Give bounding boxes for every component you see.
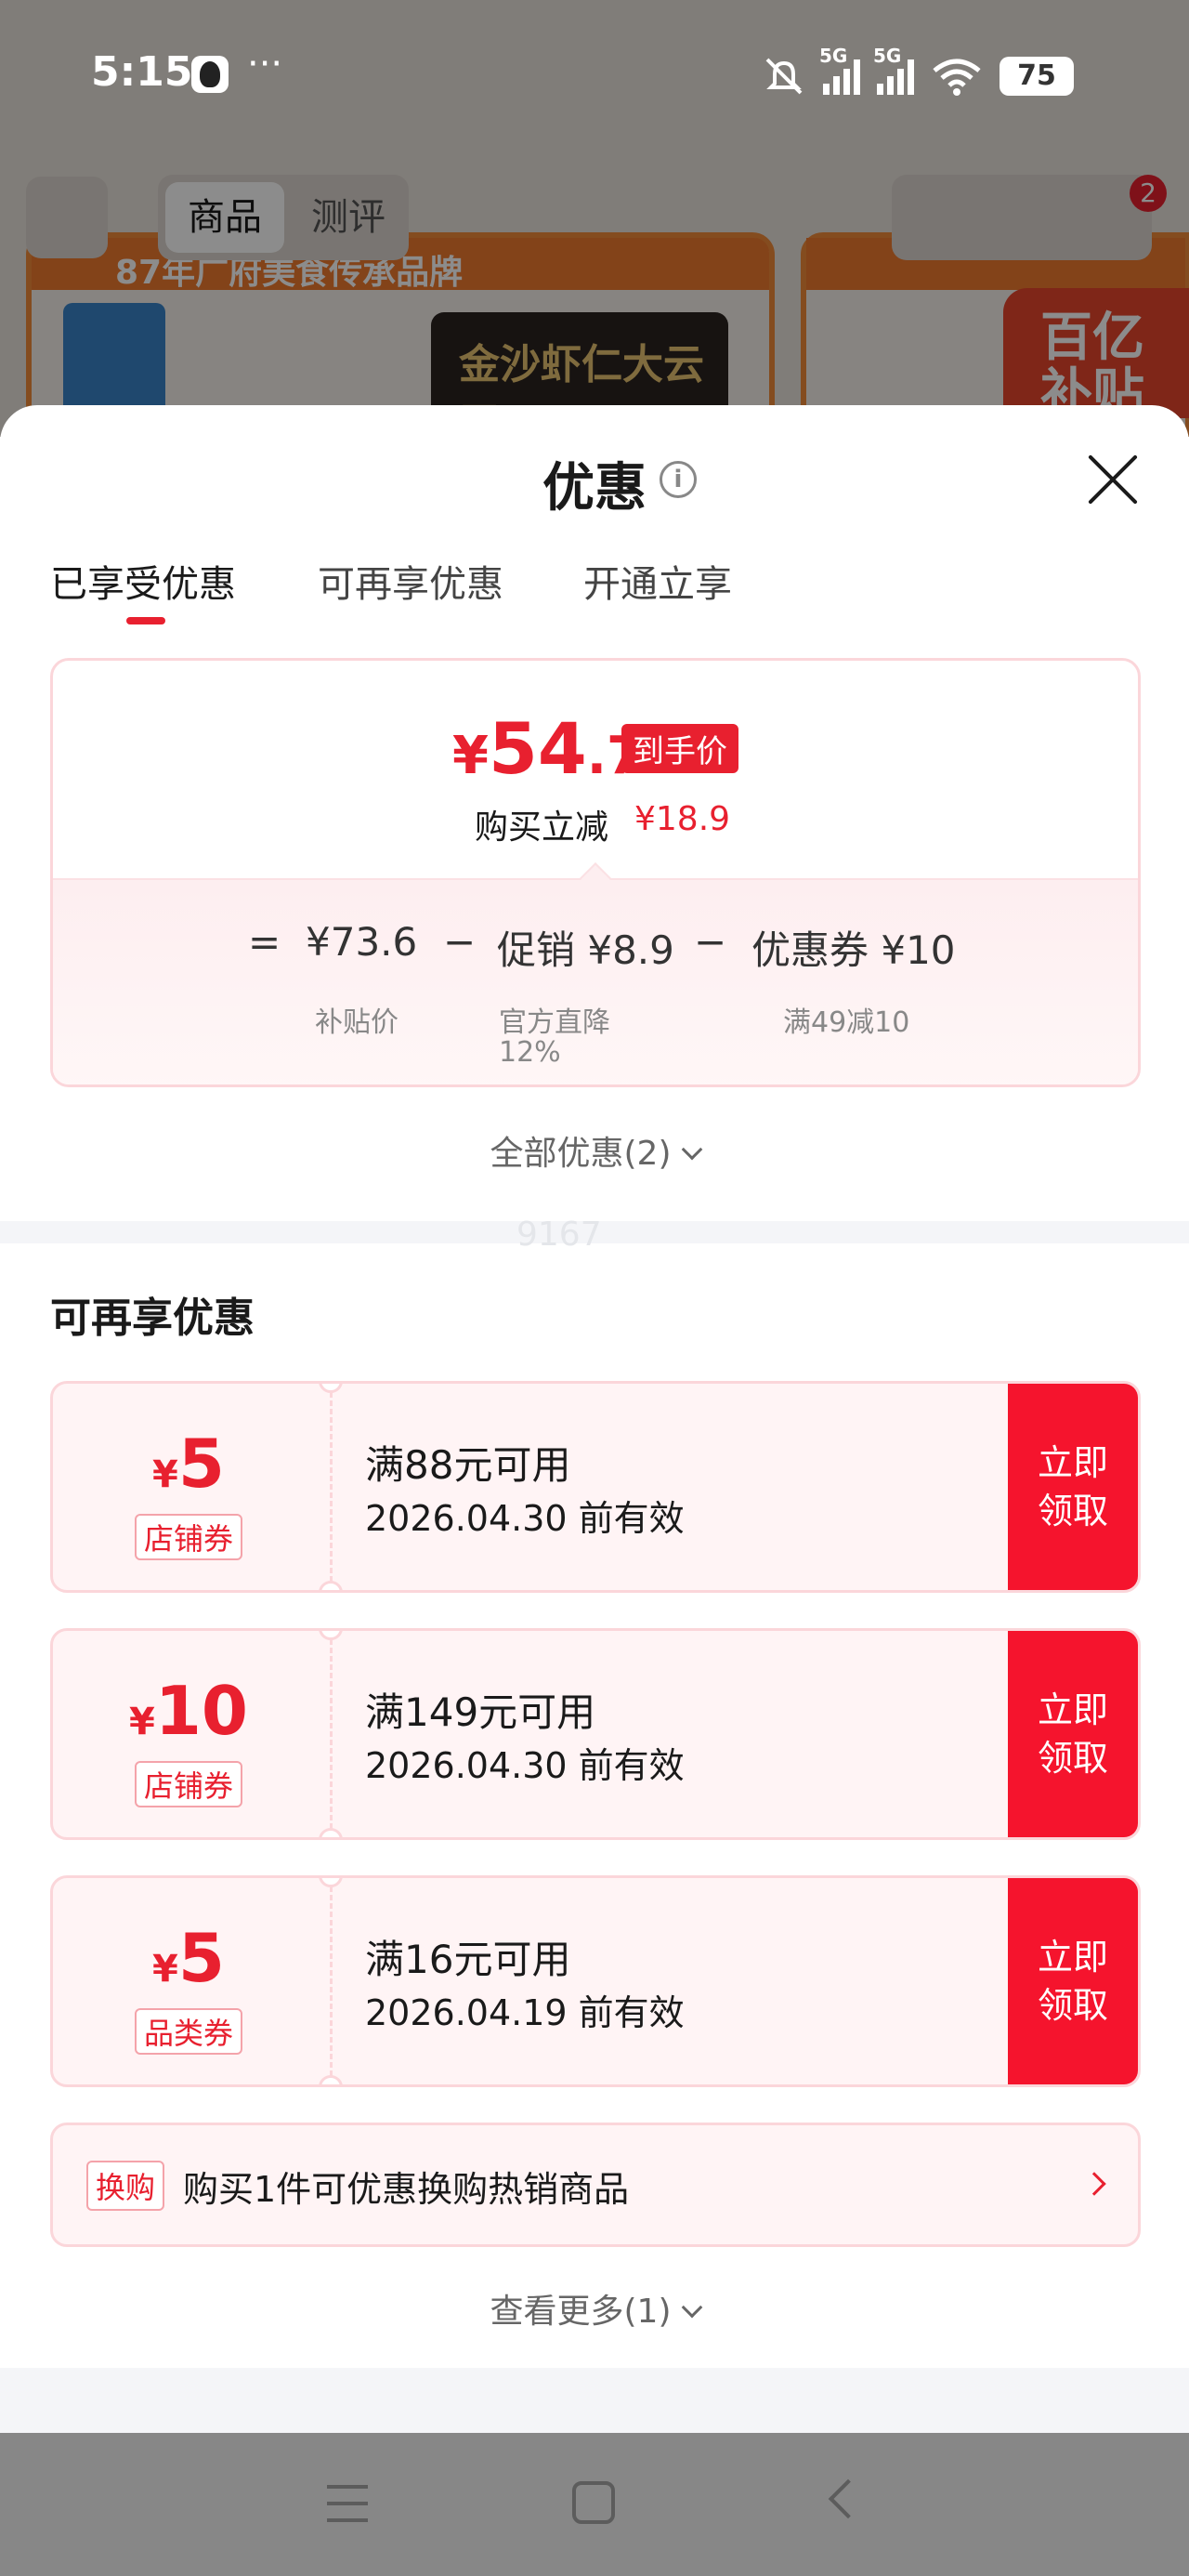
claim-button[interactable]: 立即领取 xyxy=(1008,1384,1138,1590)
section-title: 可再享优惠 xyxy=(50,1295,255,1342)
coupon-separator xyxy=(330,1878,333,2084)
coupon-amount: ¥10 xyxy=(128,1672,249,1750)
promo-percent: 12% xyxy=(499,1036,561,1069)
tab-enjoyed-discounts[interactable]: 已享受优惠 xyxy=(50,554,236,608)
coupon-type: 品类券 xyxy=(135,2008,243,2055)
active-tab-indicator xyxy=(126,617,165,624)
coupon-validity: 2026.04.30 前有效 xyxy=(365,1498,685,1539)
price-breakdown xyxy=(53,878,1138,1084)
coupon-card: ¥10 店铺券 满149元可用 2026.04.30 前有效 立即领取 xyxy=(50,1628,1141,1840)
back-nav-icon[interactable] xyxy=(828,2478,869,2519)
coupon-card: ¥5 品类券 满16元可用 2026.04.19 前有效 立即领取 xyxy=(50,1875,1141,2087)
all-offers-toggle[interactable]: 全部优惠(2) xyxy=(0,1126,1189,1175)
qq-icon xyxy=(191,56,229,93)
coupon-condition: 满149元可用 xyxy=(365,1689,596,1735)
wifi-icon xyxy=(933,59,981,96)
coupon-amount: ¥5 xyxy=(152,1919,225,1997)
coupon-separator xyxy=(330,1631,333,1837)
final-price-badge: 到手价 xyxy=(621,724,738,773)
reduce-value: ¥18.9 xyxy=(634,800,731,838)
base-price-value: ¥73.6 xyxy=(306,919,418,965)
coupon-validity: 2026.04.30 前有效 xyxy=(365,1745,685,1786)
coupon-amount: ¥5 xyxy=(152,1425,225,1503)
coupon-type: 店铺券 xyxy=(135,1514,243,1560)
tab-activate-discounts[interactable]: 开通立享 xyxy=(583,554,732,608)
promo-value: 促销 ¥8.9 xyxy=(497,927,674,973)
coupon-condition: 满16元可用 xyxy=(365,1937,571,1982)
reduce-label: 购买立减 xyxy=(475,808,609,847)
coupon-type: 店铺券 xyxy=(135,1761,243,1807)
close-button[interactable] xyxy=(1085,452,1141,507)
equals-sign: = xyxy=(248,919,281,965)
bottom-spacer xyxy=(0,2368,1189,2433)
chevron-down-icon xyxy=(681,2296,702,2319)
see-more-label: 查看更多(1) xyxy=(490,2293,672,2331)
info-icon[interactable]: i xyxy=(660,461,697,498)
chevron-right-icon xyxy=(1082,2172,1106,2196)
discount-sheet: 优惠 i 已享受优惠 可再享优惠 开通立享 ¥54.7 到手价 购买立减 ¥18… xyxy=(0,405,1189,2433)
chevron-down-icon xyxy=(681,1138,702,1161)
minus-sign: − xyxy=(443,919,477,965)
signal-5g-secondary-icon: 5G xyxy=(873,45,914,95)
battery-icon: 75 xyxy=(1000,57,1074,96)
coupon-condition: 满88元可用 xyxy=(365,1442,571,1488)
final-price-card: ¥54.7 到手价 购买立减 ¥18.9 = ¥73.6 补贴价 − 促销 ¥8… xyxy=(50,658,1141,1087)
sheet-title: 优惠 xyxy=(542,458,647,519)
exchange-text: 购买1件可优惠换购热销商品 xyxy=(183,2169,630,2210)
coupon-card: ¥5 店铺券 满88元可用 2026.04.30 前有效 立即领取 xyxy=(50,1381,1141,1593)
signal-5g-icon: 5G xyxy=(819,45,860,95)
coupon-separator xyxy=(330,1384,333,1590)
status-bar: 5:15 ··· 5G 5G 75 xyxy=(0,0,1189,149)
final-price: ¥54.7 xyxy=(452,707,643,790)
promo-label: 官方直降 xyxy=(499,1006,610,1039)
coupon-validity: 2026.04.19 前有效 xyxy=(365,1992,685,2033)
watermark: 9167 xyxy=(516,1216,602,1254)
minus-sign: − xyxy=(694,919,727,965)
coupon-label: 满49减10 xyxy=(783,1006,910,1039)
recent-apps-icon[interactable] xyxy=(327,2485,368,2522)
claim-button[interactable]: 立即领取 xyxy=(1008,1878,1138,2084)
more-notifications-icon: ··· xyxy=(247,43,283,85)
system-nav-bar xyxy=(0,2433,1189,2576)
mute-icon xyxy=(765,58,803,95)
home-icon[interactable] xyxy=(572,2481,615,2524)
all-offers-label: 全部优惠(2) xyxy=(490,1135,672,1173)
tab-more-discounts[interactable]: 可再享优惠 xyxy=(318,554,503,608)
exchange-tag: 换购 xyxy=(86,2161,165,2211)
exchange-offer-row[interactable]: 换购 购买1件可优惠换购热销商品 xyxy=(50,2123,1141,2247)
base-price-label: 补贴价 xyxy=(315,1006,399,1039)
see-more-toggle[interactable]: 查看更多(1) xyxy=(0,2284,1189,2333)
status-indicators: 5G 5G 75 xyxy=(762,45,1074,104)
status-time: 5:15 xyxy=(91,48,193,96)
coupon-value: 优惠券 ¥10 xyxy=(751,927,956,973)
claim-button[interactable]: 立即领取 xyxy=(1008,1631,1138,1837)
